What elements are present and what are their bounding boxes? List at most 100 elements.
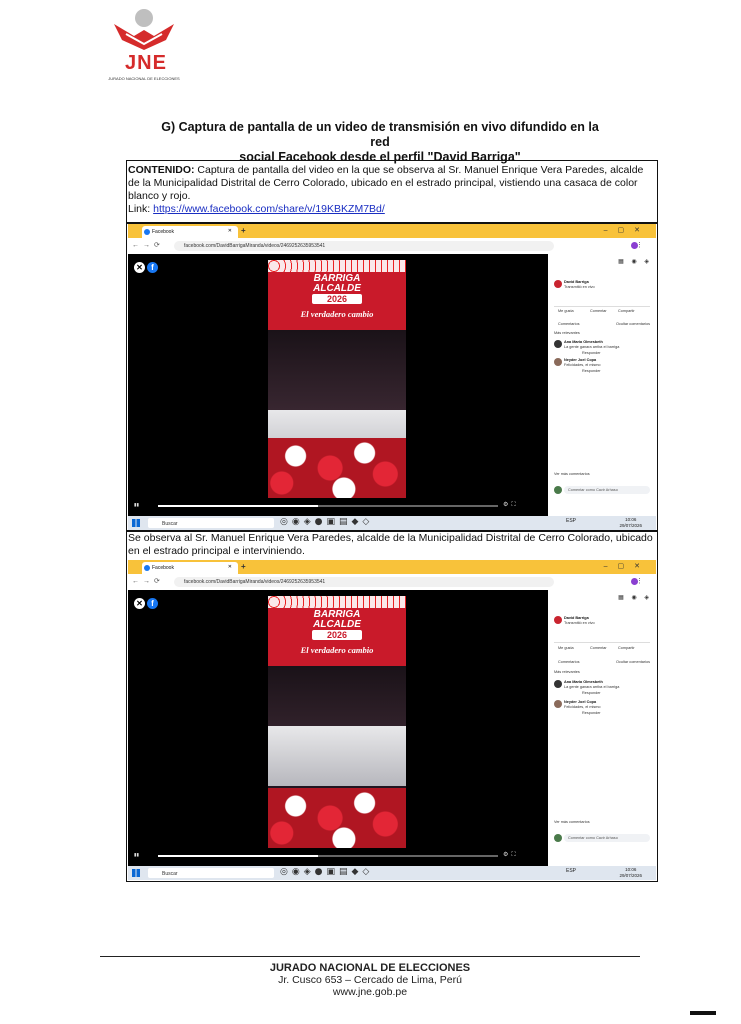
taskbar-clock: 10:06 29/07/2026 (619, 517, 642, 528)
menu-icon[interactable]: ⋮ (636, 577, 648, 585)
taskbar-search[interactable]: Buscar (148, 518, 274, 528)
video-year: 2026 (312, 630, 362, 640)
video-balloons (268, 788, 406, 848)
menu-icon[interactable]: ⋮ (636, 241, 648, 249)
windows-start-icon[interactable] (132, 869, 140, 877)
taskbar-apps[interactable]: ◎◉◈●▣▤◆◇ (280, 517, 373, 527)
close-icon[interactable]: ✕ (134, 262, 145, 273)
comment-1-text: La gente ganara arriba el barriga (564, 345, 620, 349)
address-bar: ←→⟳ facebook.com/DavidBarrigaMiranda/vid… (128, 574, 656, 590)
page-avatar[interactable] (554, 280, 562, 288)
url-input[interactable]: facebook.com/DavidBarrigaMiranda/videos/… (174, 241, 554, 251)
jne-emblem-icon (114, 9, 174, 50)
new-tab-icon[interactable]: + (241, 226, 246, 235)
like-button[interactable]: Me gusta (558, 309, 574, 313)
view-more-comments[interactable]: Ver más comentarios (554, 820, 590, 824)
link-label: Link: (128, 203, 154, 215)
view-more-comments[interactable]: Ver más comentarios (554, 472, 590, 476)
live-video[interactable]: BARRIGA ALCALDE 2026 El verdadero cambio (268, 596, 406, 848)
facebook-icon[interactable]: f (147, 262, 158, 273)
comment-2-text: Felicidades, el mismo (564, 705, 601, 709)
video-settings-icon[interactable]: ⚙⛶ (503, 501, 519, 509)
live-meta: Transmitió en vivo (564, 621, 595, 625)
window-controls[interactable]: –▢✕ (604, 226, 650, 234)
content-text: Captura de pantalla del video en la que … (128, 164, 644, 202)
heading-line-1: G) Captura de pantalla de un video de tr… (161, 120, 599, 149)
logo-text: JNE (125, 52, 167, 74)
comment-1-author[interactable]: Ana Maria Olmesbeth (564, 680, 603, 684)
video-title: BARRIGA ALCALDE (313, 273, 361, 294)
comments-link[interactable]: Comentarios (558, 322, 580, 326)
tab-close-icon[interactable]: ✕ (228, 228, 232, 234)
share-button[interactable]: Compartir (618, 309, 635, 313)
comment-2-reply[interactable]: Responder (582, 711, 601, 715)
comment-button[interactable]: Comentar (590, 646, 607, 650)
video-settings-icon[interactable]: ⚙⛶ (503, 851, 519, 859)
commenter-avatar[interactable] (554, 700, 562, 708)
video-banner: BARRIGA ALCALDE 2026 El verdadero cambio (268, 596, 406, 666)
section-heading: G) Captura de pantalla de un video de tr… (150, 120, 610, 165)
video-banner: BARRIGA ALCALDE 2026 El verdadero cambio (268, 260, 406, 330)
new-tab-icon[interactable]: + (241, 562, 246, 571)
browser-tab[interactable]: Facebook ✕ (142, 226, 238, 238)
facebook-link[interactable]: https://www.facebook.com/share/v/19KBKZM… (153, 203, 385, 215)
video-controls: ▮▮ ⚙⛶ (128, 498, 548, 512)
commenter-avatar[interactable] (554, 340, 562, 348)
sort-relevant[interactable]: Más relevantes (554, 331, 580, 335)
commenter-avatar[interactable] (554, 358, 562, 366)
panel-top-icons[interactable]: ▦ ◉ ◈ (618, 258, 652, 265)
comments-link[interactable]: Comentarios (558, 660, 580, 664)
page-name[interactable]: David Barriga (564, 280, 589, 284)
windows-start-icon[interactable] (132, 519, 140, 527)
play-icon[interactable]: ▮▮ (134, 852, 139, 858)
taskbar-apps[interactable]: ◎◉◈●▣▤◆◇ (280, 867, 373, 877)
facebook-icon[interactable]: f (147, 598, 158, 609)
description-2: Se observa al Sr. Manuel Enrique Vera Pa… (128, 532, 653, 557)
comment-2-author[interactable]: Neyder Joel Copa (564, 700, 596, 704)
system-tray[interactable]: ESP (566, 518, 576, 524)
video-progress[interactable] (158, 505, 498, 507)
page-name[interactable]: David Barriga (564, 616, 589, 620)
video-balloons (268, 438, 406, 498)
screenshot-1: Facebook ✕ + –▢✕ ←→⟳ facebook.com/DavidB… (128, 224, 656, 530)
commenter-avatar[interactable] (554, 680, 562, 688)
system-tray[interactable]: ESP (566, 868, 576, 874)
comment-2-reply[interactable]: Responder (582, 369, 601, 373)
comments-panel: ▦ ◉ ◈ David Barriga Transmitió en vivo M… (548, 590, 656, 866)
content-description: CONTENIDO: Captura de pantalla del video… (128, 164, 656, 216)
comment-1-reply[interactable]: Responder (582, 691, 601, 695)
content-label: CONTENIDO: (128, 164, 195, 176)
hide-comments-button[interactable]: Ocultar comentarios (616, 660, 650, 664)
window-controls[interactable]: –▢✕ (604, 562, 650, 570)
sort-relevant[interactable]: Más relevantes (554, 670, 580, 674)
like-button[interactable]: Me gusta (558, 646, 574, 650)
panel-top-icons[interactable]: ▦ ◉ ◈ (618, 594, 652, 601)
video-progress[interactable] (158, 855, 498, 857)
video-year: 2026 (312, 294, 362, 304)
nav-buttons[interactable]: ←→⟳ (132, 241, 164, 249)
share-button[interactable]: Compartir (618, 646, 635, 650)
comment-2-author[interactable]: Neyder Joel Copa (564, 358, 596, 362)
close-icon[interactable]: ✕ (134, 598, 145, 609)
comments-panel: ▦ ◉ ◈ David Barriga Transmitió en vivo M… (548, 254, 656, 516)
comment-input[interactable]: Comentar como Cavir Arhaso (564, 834, 650, 842)
page-avatar[interactable] (554, 616, 562, 624)
video-controls: ▮▮ ⚙⛶ (128, 848, 548, 862)
tab-close-icon[interactable]: ✕ (228, 564, 232, 570)
live-video[interactable]: BARRIGA ALCALDE 2026 El verdadero cambio (268, 260, 406, 498)
comment-1-author[interactable]: Ana Maria Olmesbeth (564, 340, 603, 344)
comment-button[interactable]: Comentar (590, 309, 607, 313)
facebook-favicon-icon (144, 229, 150, 235)
comment-input[interactable]: Comentar como Cavir Arhaso (564, 486, 650, 494)
play-icon[interactable]: ▮▮ (134, 502, 139, 508)
video-slogan: El verdadero cambio (300, 645, 374, 655)
comment-1-reply[interactable]: Responder (582, 351, 601, 355)
video-title: BARRIGA ALCALDE (313, 609, 361, 630)
comment-2-text: Felicidades, el mismo (564, 363, 601, 367)
logo-subtitle: JURADO NACIONAL DE ELECCIONES (108, 76, 180, 81)
nav-buttons[interactable]: ←→⟳ (132, 577, 164, 585)
url-input[interactable]: facebook.com/DavidBarrigaMiranda/videos/… (174, 577, 554, 587)
browser-tab[interactable]: Facebook ✕ (142, 562, 238, 574)
taskbar-search[interactable]: Buscar (148, 868, 274, 878)
hide-comments-button[interactable]: Ocultar comentarios (616, 322, 650, 326)
